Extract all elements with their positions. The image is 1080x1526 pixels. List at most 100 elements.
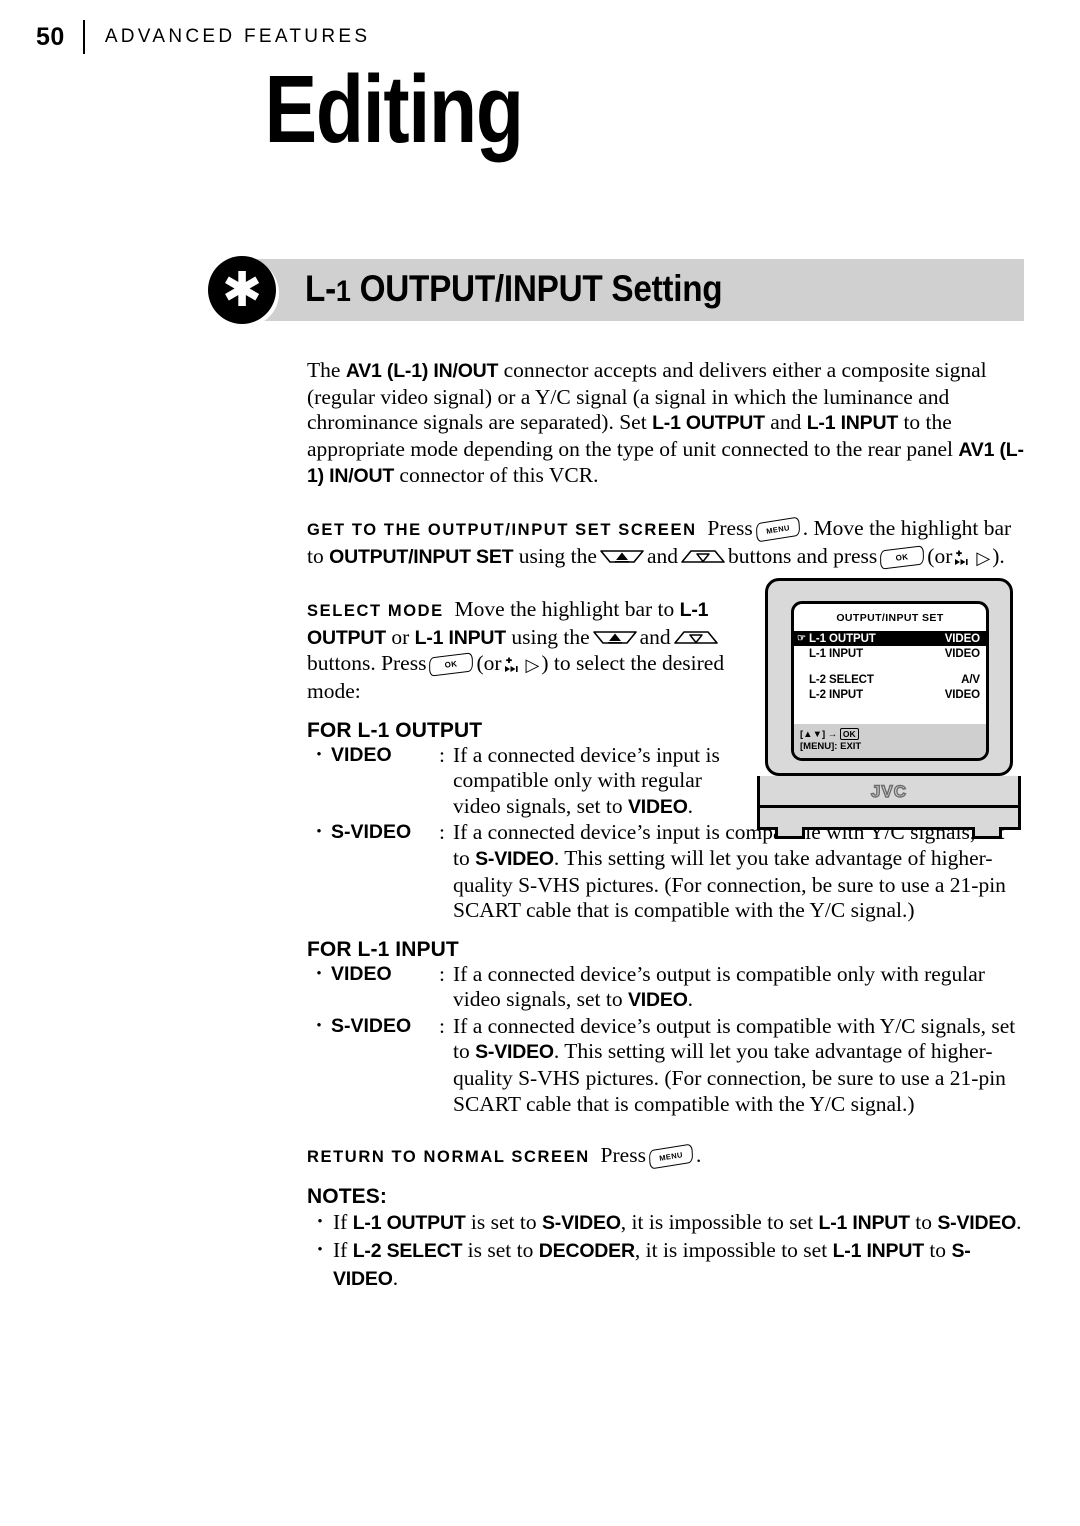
note-t4: to (909, 1209, 938, 1234)
note-t5: . (1016, 1209, 1022, 1234)
step-get-text-6: (or (927, 543, 953, 568)
osd-row-l1-input[interactable]: L-1 INPUT VIDEO (794, 646, 986, 661)
note-b3: L-1 INPUT (832, 1239, 925, 1262)
menu-button-icon[interactable]: MENU (755, 516, 801, 543)
ok-button-icon-2[interactable]: OK (429, 652, 474, 678)
step-select-text-6: (or (476, 651, 502, 676)
page-number: 50 (36, 22, 65, 51)
osd-row-l2-select[interactable]: L-2 SELECT A/V (794, 672, 986, 687)
list-item: • If L-2 SELECT is set to DECODER, it is… (307, 1237, 1025, 1293)
tv-brand-bar: JVC (757, 776, 1021, 808)
osd-row-label: L-2 INPUT (809, 688, 864, 701)
up-arrow-button-icon-2[interactable] (592, 628, 638, 648)
tv-foot-left (775, 827, 805, 839)
osd-row-value: VIDEO (944, 688, 980, 701)
note-b3: L-1 INPUT (818, 1211, 910, 1234)
bullet: • (316, 824, 322, 841)
option-term: VIDEO (331, 743, 392, 766)
note-b4: S-VIDEO (937, 1211, 1017, 1234)
step-select-mode: SELECT MODE Move the highlight bar to L-… (307, 597, 759, 704)
step-return-text-1: Press (600, 1143, 646, 1168)
step-select-text-5: buttons. Press (307, 651, 427, 676)
note-b2: DECODER (538, 1239, 635, 1262)
bullet: • (317, 1213, 323, 1230)
ok-button-icon[interactable]: OK (880, 544, 925, 570)
l1-input-option-list: • VIDEO : If a connected device’s output… (307, 962, 1025, 1118)
note-b1: L-2 SELECT (352, 1239, 463, 1262)
osd-row-l2-input[interactable]: L-2 INPUT VIDEO (794, 687, 986, 702)
note-t2: is set to (462, 1237, 539, 1262)
option-term: S-VIDEO (331, 1014, 412, 1037)
intro-bold-l1-output: L-1 OUTPUT (652, 412, 765, 435)
note-b1: L-1 OUTPUT (352, 1211, 466, 1234)
bullet: • (317, 1241, 323, 1258)
section-banner-title: L-1 OUTPUT/INPUT Setting (305, 268, 723, 310)
note-t1: If (333, 1209, 353, 1234)
osd-ok-badge: OK (839, 728, 859, 740)
option-desc-2: . (687, 987, 694, 1012)
menu-button-icon-2[interactable]: MENU (648, 1143, 694, 1170)
note-t1: If (333, 1237, 353, 1262)
skip-forward-icon-2[interactable] (503, 655, 523, 674)
chapter-title: Editing (264, 56, 524, 163)
skip-forward-icon[interactable] (953, 548, 973, 567)
option-term: VIDEO (331, 962, 392, 985)
tv-cabinet: OUTPUT/INPUT SET ☞ L-1 OUTPUT VIDEO L-1 … (765, 578, 1013, 776)
osd-menu-rows: ☞ L-1 OUTPUT VIDEO L-1 INPUT VIDEO L-2 S… (794, 631, 986, 702)
list-item: • VIDEO : If a connected device’s output… (307, 962, 1025, 1014)
play-triangle-icon-2: ▷ (525, 655, 540, 676)
option-colon: : (439, 961, 445, 986)
option-desc-bold: VIDEO (627, 795, 688, 818)
tv-foot-right (972, 827, 1002, 839)
intro-paragraph: The AV1 (L-1) IN/OUT connector accepts a… (307, 358, 1025, 490)
asterisk-icon: ✱ (208, 256, 276, 324)
section-name: ADVANCED FEATURES (104, 26, 371, 47)
option-desc-bold: VIDEO (627, 989, 688, 1012)
list-item: • S-VIDEO : If a connected device’s outp… (307, 1014, 1025, 1117)
note-t5: . (392, 1265, 399, 1290)
option-desc-bold: S-VIDEO (475, 1041, 554, 1064)
step-select-bold-input: L-1 INPUT (414, 626, 507, 649)
banner-title-prefix: L- (305, 268, 336, 309)
step-get-bold-target: OUTPUT/INPUT SET (329, 545, 514, 568)
step-return-label: RETURN TO NORMAL SCREEN (307, 1148, 590, 1167)
menu-button-label: MENU (765, 523, 791, 536)
bullet: • (316, 746, 322, 763)
step-get-to-screen: GET TO THE OUTPUT/INPUT SET SCREEN Press… (307, 516, 1025, 571)
step-select-text-2: or (391, 624, 410, 649)
down-arrow-button-icon[interactable] (680, 547, 726, 567)
osd-row-l1-output[interactable]: ☞ L-1 OUTPUT VIDEO (794, 631, 986, 646)
osd-title: OUTPUT/INPUT SET (836, 612, 944, 624)
hand-pointer-icon: ☞ (797, 632, 806, 644)
step-get-text-7: ). (992, 543, 1005, 568)
jvc-logo: JVC (870, 781, 908, 801)
note-t4: to (923, 1237, 952, 1262)
down-arrow-button-icon-2[interactable] (673, 628, 719, 648)
osd-row-label: L-1 OUTPUT (809, 632, 876, 645)
osd-row-label: L-2 SELECT (809, 673, 874, 686)
ok-button-label: OK (895, 551, 910, 563)
step-get-label: GET TO THE OUTPUT/INPUT SET SCREEN (307, 520, 697, 539)
osd-footer: [▲▼] → OK [MENU]: EXIT (794, 724, 986, 758)
option-desc-2: . (687, 793, 694, 818)
note-t3: , it is impossible to set (620, 1209, 819, 1234)
step-get-text-1: Press (707, 515, 753, 540)
osd-footer-line-1: [▲▼] → OK (800, 728, 980, 741)
step-get-text-5: buttons and press (728, 543, 878, 568)
step-return-text-2: . (695, 1143, 702, 1168)
option-desc: If a connected device’s output is compat… (453, 962, 1025, 1014)
up-arrow-button-icon[interactable] (599, 547, 645, 567)
osd-row-label: L-1 INPUT (809, 647, 864, 660)
banner-title-main: OUTPUT/INPUT Setting (359, 268, 723, 309)
tv-illustration: OUTPUT/INPUT SET ☞ L-1 OUTPUT VIDEO L-1 … (757, 578, 1027, 840)
option-colon: : (439, 1013, 445, 1038)
ok-button-label-2: OK (444, 659, 459, 671)
note-text: If L-2 SELECT is set to DECODER, it is i… (333, 1237, 1025, 1293)
step-select-label: SELECT MODE (307, 602, 444, 621)
step-get-text-4: and (646, 543, 678, 568)
osd-footer-nav-hint: [▲▼] → (800, 729, 840, 740)
list-item: • If L-1 OUTPUT is set to S-VIDEO, it is… (307, 1209, 1025, 1237)
